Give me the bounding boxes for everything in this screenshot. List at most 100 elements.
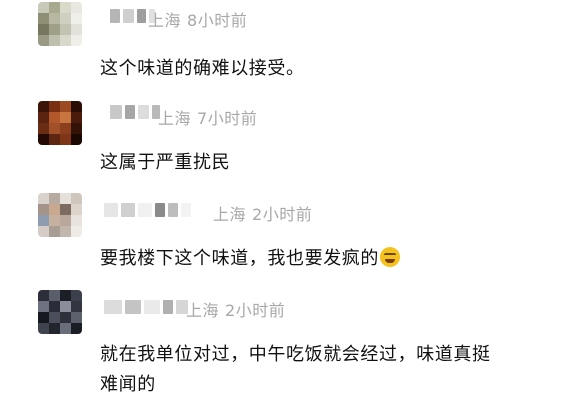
avatar-pixel bbox=[49, 35, 60, 46]
username-pixel bbox=[110, 9, 120, 23]
avatar-pixel bbox=[71, 112, 82, 123]
username-pixel bbox=[168, 203, 178, 217]
avatar-pixel bbox=[71, 35, 82, 46]
avatar-pixel bbox=[60, 226, 71, 237]
avatar-pixel bbox=[71, 101, 82, 112]
avatar-pixel bbox=[60, 134, 71, 145]
comment-meta: 上海 7小时前 bbox=[158, 105, 257, 129]
avatar-pixel bbox=[60, 301, 71, 312]
username-blurred[interactable] bbox=[104, 298, 188, 316]
avatar-pixel bbox=[71, 290, 82, 301]
avatar-pixel bbox=[60, 204, 71, 215]
avatar-pixel bbox=[60, 35, 71, 46]
username-pixel bbox=[121, 203, 135, 217]
avatar-pixel bbox=[60, 215, 71, 226]
avatar-pixel bbox=[38, 24, 49, 35]
avatar-pixel bbox=[49, 134, 60, 145]
avatar-pixel bbox=[38, 312, 49, 323]
username-pixel bbox=[125, 300, 141, 314]
avatar-pixel bbox=[71, 215, 82, 226]
comment-meta: 上海 8小时前 bbox=[148, 7, 247, 31]
username-pixel bbox=[104, 300, 122, 314]
avatar-pixel bbox=[49, 112, 60, 123]
avatar-pixel bbox=[49, 101, 60, 112]
comment-text: 这属于严重扰民 bbox=[100, 152, 231, 173]
avatar-pixel bbox=[60, 13, 71, 24]
avatar-pixel bbox=[49, 323, 60, 334]
avatar-pixel bbox=[49, 193, 60, 204]
username-blurred[interactable] bbox=[104, 201, 191, 219]
avatar-pixel bbox=[49, 204, 60, 215]
avatar-pixel bbox=[71, 323, 82, 334]
comment-text: 这个味道的确难以接受。 bbox=[100, 58, 305, 79]
avatar-pixel bbox=[49, 215, 60, 226]
avatar-pixel bbox=[38, 35, 49, 46]
avatar-pixel bbox=[60, 193, 71, 204]
avatar-pixel bbox=[49, 301, 60, 312]
avatar-pixel bbox=[60, 2, 71, 13]
avatar-pixel bbox=[49, 312, 60, 323]
username-pixel bbox=[163, 300, 173, 314]
crying-laughing-emoji-icon bbox=[380, 247, 400, 267]
avatar-pixel bbox=[38, 301, 49, 312]
avatar-pixel bbox=[38, 215, 49, 226]
username-blurred[interactable] bbox=[110, 103, 160, 121]
comment-text: 要我楼下这个味道，我也要发疯的 bbox=[100, 243, 400, 274]
avatar-pixel bbox=[60, 112, 71, 123]
avatar[interactable] bbox=[38, 193, 82, 237]
location-label: 上海 bbox=[158, 109, 192, 128]
avatar-pixel bbox=[71, 123, 82, 134]
username-pixel bbox=[138, 203, 152, 217]
avatar-pixel bbox=[49, 290, 60, 301]
avatar-pixel bbox=[60, 101, 71, 112]
username-pixel bbox=[104, 203, 118, 217]
avatar-pixel bbox=[60, 123, 71, 134]
avatar-pixel bbox=[38, 323, 49, 334]
comment-list: 上海 8小时前 这个味道的确难以接受。 上海 7小时前 这属于严重扰民 上海 2小时前… bbox=[0, 0, 585, 409]
avatar-pixel bbox=[38, 123, 49, 134]
avatar-pixel bbox=[38, 193, 49, 204]
time-label: 7小时前 bbox=[197, 109, 258, 128]
location-label: 上海 bbox=[213, 205, 247, 224]
avatar-pixel bbox=[71, 134, 82, 145]
avatar-pixel bbox=[71, 301, 82, 312]
avatar-pixel bbox=[38, 204, 49, 215]
avatar-pixel bbox=[71, 13, 82, 24]
username-pixel bbox=[123, 9, 134, 23]
avatar-pixel bbox=[71, 24, 82, 35]
comment-meta: 上海 2小时前 bbox=[186, 297, 285, 321]
avatar-pixel bbox=[49, 24, 60, 35]
avatar-pixel bbox=[71, 204, 82, 215]
location-label: 上海 bbox=[186, 301, 220, 320]
time-label: 2小时前 bbox=[225, 301, 286, 320]
avatar-pixel bbox=[71, 226, 82, 237]
location-label: 上海 bbox=[148, 11, 182, 30]
comment-text-line-1: 就在我单位对过，中午吃饭就会经过，味道真挺 bbox=[100, 344, 491, 365]
avatar-pixel bbox=[38, 112, 49, 123]
username-pixel bbox=[110, 105, 122, 119]
comment-text-content: 要我楼下这个味道，我也要发疯的 bbox=[100, 248, 379, 269]
avatar-pixel bbox=[38, 290, 49, 301]
avatar-pixel bbox=[38, 101, 49, 112]
avatar-pixel bbox=[49, 123, 60, 134]
avatar-pixel bbox=[60, 312, 71, 323]
username-pixel bbox=[137, 9, 146, 23]
avatar[interactable] bbox=[38, 2, 82, 46]
avatar-pixel bbox=[60, 290, 71, 301]
avatar-pixel bbox=[38, 134, 49, 145]
username-pixel bbox=[144, 300, 160, 314]
comment-text-line-2: 难闻的 bbox=[100, 374, 156, 395]
avatar-pixel bbox=[60, 24, 71, 35]
avatar-pixel bbox=[38, 2, 49, 13]
avatar-pixel bbox=[71, 193, 82, 204]
username-pixel bbox=[155, 203, 165, 217]
avatar-pixel bbox=[60, 323, 71, 334]
time-label: 8小时前 bbox=[187, 11, 248, 30]
username-pixel bbox=[138, 105, 149, 119]
comment-meta: 上海 2小时前 bbox=[213, 201, 312, 225]
avatar-pixel bbox=[71, 2, 82, 13]
avatar[interactable] bbox=[38, 101, 82, 145]
avatar-pixel bbox=[49, 226, 60, 237]
avatar[interactable] bbox=[38, 290, 82, 334]
avatar-pixel bbox=[49, 2, 60, 13]
